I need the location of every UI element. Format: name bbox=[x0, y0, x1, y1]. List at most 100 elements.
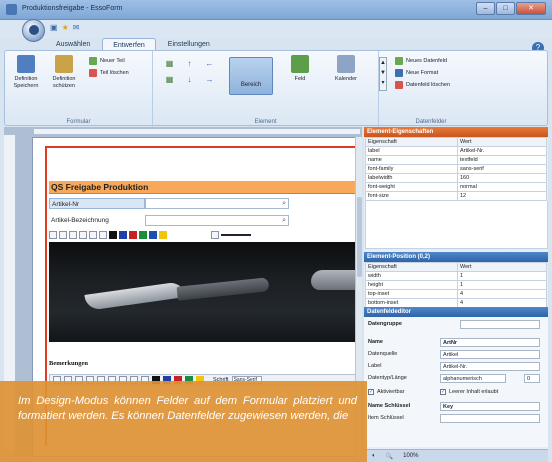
field-label-artikel-bezeichnung[interactable]: Artikel-Bezeichnung bbox=[49, 215, 145, 226]
zoom-level[interactable]: 100% bbox=[403, 453, 418, 459]
datentyp-label: Datentyp/Länge bbox=[368, 375, 407, 381]
knife-handle-graphic bbox=[176, 277, 270, 301]
label-input[interactable]: Artikel-Nr. bbox=[440, 362, 540, 371]
element-position-header[interactable]: Element-Position (0,2) bbox=[364, 252, 548, 262]
new-image-icon[interactable] bbox=[49, 231, 57, 239]
name-label: Name bbox=[368, 339, 383, 345]
kalender-button[interactable]: Kalender bbox=[329, 55, 363, 83]
table-row[interactable]: width 1 bbox=[365, 271, 547, 281]
application-menu-button[interactable] bbox=[22, 19, 45, 42]
minimize-button[interactable]: – bbox=[476, 2, 495, 15]
artikel-bezeichnung-input[interactable]: ⌕ bbox=[145, 215, 289, 226]
open-image-icon[interactable] bbox=[59, 231, 67, 239]
table-row[interactable]: font-size 12 bbox=[365, 191, 547, 201]
knife-tip-graphic bbox=[311, 270, 357, 290]
star-icon[interactable]: ★ bbox=[62, 23, 69, 32]
mail-icon[interactable]: ✉ bbox=[73, 23, 80, 32]
table-row[interactable]: font-weight normal bbox=[365, 182, 547, 192]
feld-button[interactable]: Feld bbox=[283, 55, 317, 83]
add-part-icon bbox=[89, 57, 97, 65]
name-input[interactable]: ArtNr bbox=[440, 338, 540, 347]
checkbox-checked-icon[interactable]: ✓ bbox=[368, 389, 374, 395]
gallery-scroll-icon[interactable]: ▲ ▼ ▾ bbox=[379, 57, 387, 91]
datengruppe-input[interactable] bbox=[460, 320, 540, 329]
arrow-up-icon[interactable]: ↑ bbox=[185, 59, 194, 68]
element-properties-header[interactable]: Element-Eigenschaften bbox=[364, 127, 548, 137]
laenge-input[interactable]: 0 bbox=[524, 374, 540, 383]
color-black-swatch[interactable] bbox=[109, 231, 117, 239]
checkbox-checked-icon[interactable]: ✓ bbox=[440, 389, 446, 395]
new-datafield-button[interactable]: Neues Datenfeld bbox=[395, 57, 447, 65]
datafield-editor: Datenfeldeditor Datengruppe Name ArtNr D… bbox=[364, 307, 548, 447]
arrow-left-icon[interactable]: ← bbox=[205, 59, 214, 68]
new-part-button[interactable]: Neuer Teil bbox=[89, 57, 125, 65]
definition-save-button[interactable]: Definition Speichern bbox=[9, 55, 43, 90]
color-green-swatch[interactable] bbox=[139, 231, 147, 239]
product-image[interactable] bbox=[49, 242, 357, 342]
group-label-datenfelder: Datenfelder bbox=[415, 119, 447, 125]
table-row[interactable]: top-inset 4 bbox=[365, 289, 547, 299]
zoom-icon[interactable]: 🔍 bbox=[386, 453, 393, 460]
group-element: ▦ ↑ ← ▦ ↓ → Bereich Feld Kalender Elemen… bbox=[153, 51, 379, 127]
line-style-icon[interactable] bbox=[211, 231, 219, 239]
window-title: Produktionsfreigabe - EssoForm bbox=[22, 5, 123, 12]
form-title[interactable]: QS Freigabe Produktion bbox=[49, 181, 357, 194]
item-schluessel-input[interactable] bbox=[440, 414, 540, 423]
color-blue-swatch[interactable] bbox=[119, 231, 127, 239]
ruler-horizontal bbox=[34, 129, 360, 135]
definition-protect-button[interactable]: Definition schützen bbox=[47, 55, 81, 90]
scrollbar-thumb[interactable] bbox=[357, 197, 362, 277]
margin-line-top bbox=[45, 146, 357, 148]
search-icon[interactable]: ⌕ bbox=[282, 217, 286, 225]
table-row[interactable]: label Artikel-Nr. bbox=[365, 146, 547, 156]
delete-part-button[interactable]: Teil löschen bbox=[89, 69, 129, 77]
app-icon bbox=[6, 4, 17, 15]
new-datafield-icon bbox=[395, 57, 403, 65]
save-definition-icon bbox=[17, 55, 35, 73]
arrow-right-icon[interactable]: → bbox=[205, 75, 214, 84]
draw-rect-icon[interactable] bbox=[79, 231, 87, 239]
table-row[interactable]: height 1 bbox=[365, 280, 547, 290]
table-row[interactable]: name textfeld bbox=[365, 155, 547, 165]
delete-datafield-button[interactable]: Datenfeld löschen bbox=[395, 81, 450, 89]
knife-blade-graphic bbox=[84, 281, 186, 311]
aktiviertbar-checkbox[interactable]: ✓ Aktiviertbar bbox=[368, 389, 405, 395]
element-position-table: Eigenschaft Wert width 1 height 1 top-inset… bbox=[365, 262, 547, 308]
table-row[interactable]: font-family sans-serif bbox=[365, 164, 547, 174]
datafield-editor-header[interactable]: Datenfeldeditor bbox=[364, 307, 548, 317]
name-schluessel-input[interactable]: Key bbox=[440, 402, 540, 411]
label-label: Label bbox=[368, 363, 382, 369]
fill-icon[interactable] bbox=[99, 231, 107, 239]
field-label-artikel-nr[interactable]: Artikel-Nr bbox=[49, 198, 145, 209]
artikel-nr-input[interactable]: ⌕ bbox=[145, 198, 289, 209]
save-icon[interactable]: ▣ bbox=[50, 23, 58, 32]
draw-ellipse-icon[interactable] bbox=[89, 231, 97, 239]
item-schluessel-label: Item Schlüssel bbox=[368, 415, 404, 421]
color-yellow-swatch[interactable] bbox=[159, 231, 167, 239]
new-format-button[interactable]: Neue Format bbox=[395, 69, 438, 77]
datenquelle-select[interactable]: Artikel bbox=[440, 350, 540, 359]
maximize-button[interactable]: □ bbox=[496, 2, 515, 15]
properties-blank-area bbox=[365, 201, 548, 249]
search-icon[interactable]: ⌕ bbox=[282, 200, 286, 208]
ribbon-scroll[interactable]: ▲ ▼ ▾ bbox=[379, 51, 389, 127]
datentyp-select[interactable]: alphanumerisch bbox=[440, 374, 506, 383]
line-width-icon[interactable] bbox=[221, 234, 251, 236]
align-top-left-icon[interactable]: ▦ bbox=[165, 59, 174, 68]
leerer-inhalt-checkbox[interactable]: ✓ Leerer Inhalt erlaubt bbox=[440, 389, 498, 395]
quick-access-toolbar bbox=[0, 20, 552, 38]
caption-text: Im Design-Modus können Felder auf dem Fo… bbox=[18, 395, 357, 422]
name-schluessel-label: Name Schlüssel bbox=[368, 403, 411, 409]
align-bottom-left-icon[interactable]: ▦ bbox=[165, 75, 174, 84]
table-row[interactable]: labelwidth 160 bbox=[365, 173, 547, 183]
bereich-button[interactable]: Bereich bbox=[229, 57, 273, 95]
arrow-down-icon[interactable]: ↓ bbox=[185, 75, 194, 84]
status-bar: ◐ 🔍 100% bbox=[364, 449, 548, 462]
field-row-artikel-nr[interactable]: Artikel-Nr ⌕ bbox=[49, 198, 289, 209]
field-row-artikel-bezeichnung[interactable]: Artikel-Bezeichnung ⌕ bbox=[49, 215, 289, 226]
close-button[interactable]: ✕ bbox=[516, 2, 546, 15]
color-red-swatch[interactable] bbox=[129, 231, 137, 239]
draw-line-icon[interactable] bbox=[69, 231, 77, 239]
color-darkblue-swatch[interactable] bbox=[149, 231, 157, 239]
ribbon: Definition Speichern Definition schützen… bbox=[4, 50, 548, 127]
